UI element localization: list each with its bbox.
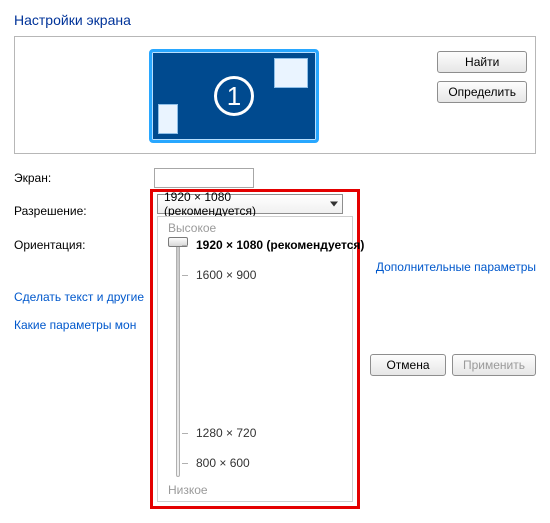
identify-button[interactable]: Определить <box>437 81 527 103</box>
resolution-option[interactable]: 1280 × 720 <box>196 426 256 440</box>
resolution-option[interactable]: 1920 × 1080 (рекомендуется) <box>196 238 364 252</box>
chevron-down-icon <box>330 202 338 207</box>
monitor-1[interactable]: 1 <box>149 49 319 143</box>
cancel-button[interactable]: Отмена <box>370 354 446 376</box>
resolution-combo-value: 1920 × 1080 (рекомендуется) <box>164 190 324 218</box>
resolution-combo[interactable]: 1920 × 1080 (рекомендуется) <box>157 194 343 214</box>
monitor-params-link[interactable]: Какие параметры мон <box>14 318 154 332</box>
dropdown-high-label: Высокое <box>168 221 216 235</box>
apply-button[interactable]: Применить <box>452 354 536 376</box>
advanced-settings-link[interactable]: Дополнительные параметры <box>376 260 536 274</box>
resolution-dropdown-panel[interactable]: Высокое 1920 × 1080 (рекомендуется) 1600… <box>157 216 353 502</box>
text-size-link[interactable]: Сделать текст и другие <box>14 290 154 304</box>
resolution-slider-track[interactable] <box>176 241 180 477</box>
resolution-option[interactable]: 800 × 600 <box>196 456 250 470</box>
find-button[interactable]: Найти <box>437 51 527 73</box>
monitor-number-badge: 1 <box>214 76 254 116</box>
resolution-label: Разрешение: <box>14 204 154 218</box>
page-title: Настройки экрана <box>14 12 536 28</box>
dropdown-low-label: Низкое <box>168 483 208 497</box>
resolution-dropdown-highlight: 1920 × 1080 (рекомендуется) Высокое 1920… <box>150 189 360 509</box>
orientation-label: Ориентация: <box>14 238 154 252</box>
monitor-preview-area: 1 Найти Определить <box>14 36 536 154</box>
screen-input[interactable] <box>154 168 254 188</box>
resolution-option[interactable]: 1600 × 900 <box>196 268 256 282</box>
mini-window-icon <box>274 58 308 88</box>
screen-label: Экран: <box>14 171 154 185</box>
mini-window-icon <box>158 104 178 134</box>
